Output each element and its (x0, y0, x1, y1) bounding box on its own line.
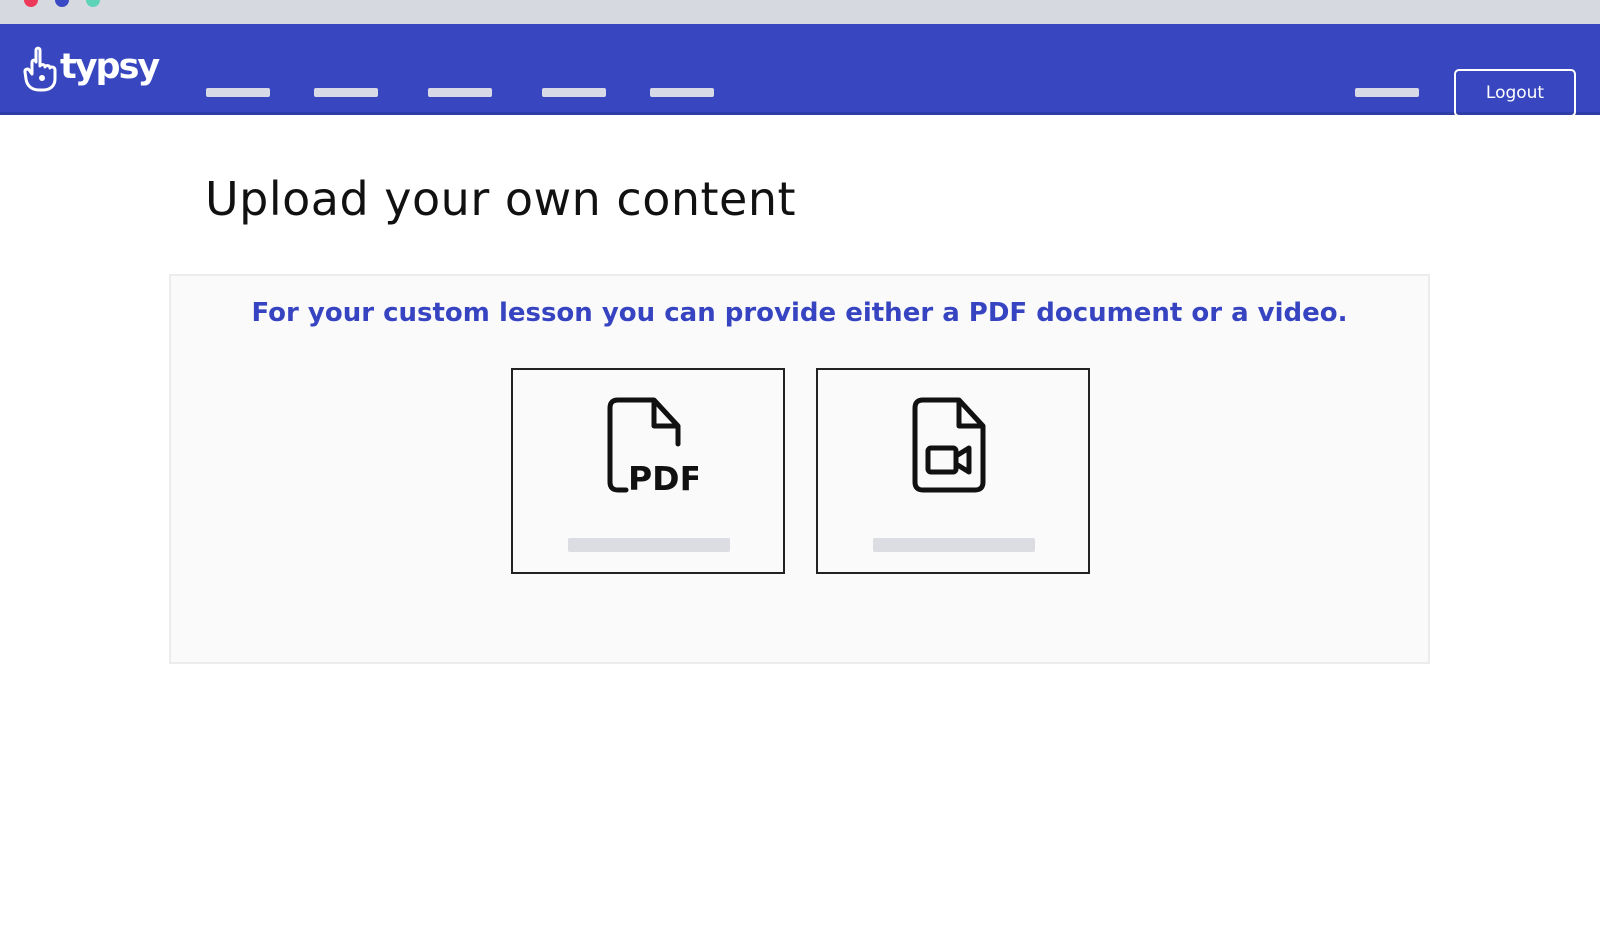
nav-item-2[interactable] (314, 88, 378, 97)
upload-panel: For your custom lesson you can provide e… (169, 274, 1430, 664)
upload-video-label (873, 538, 1035, 552)
upload-video-card[interactable] (816, 368, 1090, 574)
brand-logo[interactable]: typsy (22, 44, 160, 94)
upload-pdf-label (568, 538, 730, 552)
window-close-dot[interactable] (24, 0, 38, 7)
file-video-icon (912, 397, 986, 493)
window-minimize-dot[interactable] (55, 0, 69, 7)
upload-instruction: For your custom lesson you can provide e… (251, 298, 1348, 328)
window-maximize-dot[interactable] (86, 0, 100, 7)
nav-item-3[interactable] (428, 88, 492, 97)
nav-item-account[interactable] (1355, 88, 1419, 97)
logout-button[interactable]: Logout (1454, 69, 1576, 117)
top-navbar: typsy Logout (0, 24, 1600, 117)
nav-item-4[interactable] (542, 88, 606, 97)
window-titlebar (0, 0, 1600, 24)
page-title: Upload your own content (205, 172, 797, 226)
nav-item-1[interactable] (206, 88, 270, 97)
pdf-icon-text: PDF (628, 459, 698, 496)
upload-pdf-card[interactable]: PDF (511, 368, 785, 574)
nav-item-5[interactable] (650, 88, 714, 97)
hand-logo-icon (23, 46, 57, 92)
file-pdf-icon: PDF (607, 397, 698, 496)
brand-name: typsy (60, 47, 160, 87)
